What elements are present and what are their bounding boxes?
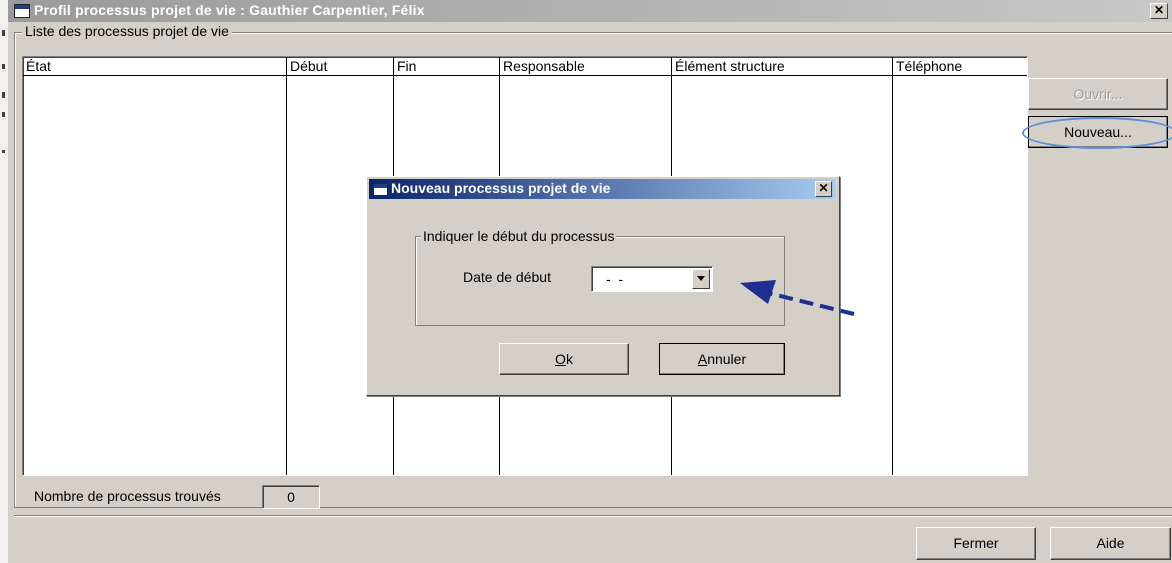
nouveau-button[interactable]: Nouveau... <box>1028 116 1168 148</box>
count-value: 0 <box>262 485 320 509</box>
aide-button[interactable]: Aide <box>1050 527 1171 560</box>
column-header-fin[interactable]: Fin <box>397 58 416 74</box>
column-header-responsable[interactable]: Responsable <box>503 58 585 74</box>
date-value[interactable]: - - <box>606 271 625 287</box>
fermer-button[interactable]: Fermer <box>916 527 1036 560</box>
dialog-window-icon <box>373 183 388 196</box>
column-header-element-structure[interactable]: Élément structure <box>675 58 785 74</box>
start-date-picker[interactable]: - - <box>591 266 713 292</box>
annuler-label-rest: nnuler <box>707 351 747 367</box>
column-header-debut[interactable]: Début <box>290 58 327 74</box>
column-etat: État <box>23 57 287 475</box>
date-label: Date de début <box>463 269 551 285</box>
dialog-title-bar: Nouveau processus projet de vie ✕ <box>369 179 835 199</box>
column-header-etat[interactable]: État <box>26 58 51 74</box>
ok-mnemonic: O <box>555 351 566 367</box>
window-title: Profil processus projet de vie : Gauthie… <box>34 2 425 18</box>
annotation-arrow-icon <box>740 280 855 316</box>
start-date-group-label: Indiquer le début du processus <box>421 228 617 244</box>
ouvrir-button[interactable]: Ouvrir... <box>1028 78 1168 110</box>
column-header-telephone[interactable]: Téléphone <box>896 58 962 74</box>
close-icon[interactable]: ✕ <box>1150 3 1168 19</box>
chevron-down-icon[interactable] <box>692 269 710 289</box>
annuler-mnemonic: A <box>697 351 708 367</box>
dialog-close-icon[interactable]: ✕ <box>815 181 832 197</box>
footer-separator <box>14 515 1172 517</box>
title-bar: Profil processus projet de vie : Gauthie… <box>8 0 1172 22</box>
count-label: Nombre de processus trouvés <box>34 488 221 504</box>
header-divider <box>23 75 1027 76</box>
ok-button[interactable]: Ok <box>499 343 629 375</box>
main-window: Profil processus projet de vie : Gauthie… <box>8 0 1172 563</box>
annuler-button[interactable]: Annuler <box>659 343 785 375</box>
column-telephone: Téléphone <box>893 57 1026 475</box>
window-icon <box>14 4 30 18</box>
dialog-title: Nouveau processus projet de vie <box>391 180 611 196</box>
group-label: Liste des processus projet de vie <box>22 23 232 39</box>
ok-label-rest: k <box>565 351 573 367</box>
